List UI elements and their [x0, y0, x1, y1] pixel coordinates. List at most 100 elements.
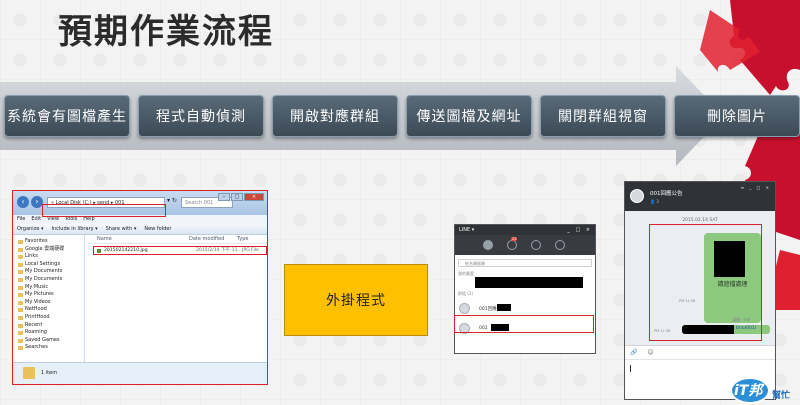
line-friend-list-window: LINE ▾ _ □ × 23 依名稱搜尋 我的最愛 群組 (2) 001回應 … — [454, 224, 596, 354]
file-list: Name Date modified Type 201502142210.jpg… — [89, 235, 267, 362]
organize-button[interactable]: Organize ▾ — [17, 224, 44, 234]
text-caret — [630, 365, 631, 372]
image-caption: 請遮擋處理 — [717, 281, 748, 288]
explorer-toolbar: Organize ▾ Include in library ▾ Share wi… — [13, 224, 267, 235]
folder-icon — [18, 331, 23, 336]
flow-step-3: 開啟對應群組 — [272, 95, 398, 137]
chat-messages: 2015.02.14 SAT 請遮擋處理 PM 11:36 翻譯 · 分享 ti… — [625, 211, 775, 345]
ithome-logo: iT邦 幫忙 — [728, 376, 800, 405]
redacted-image — [714, 241, 745, 277]
avatar — [459, 303, 470, 314]
group-name: 001回應 — [479, 307, 497, 312]
plugin-box: 外掛程式 — [284, 264, 428, 336]
nav-item[interactable]: Roaming — [13, 329, 84, 337]
item-count: 1 item — [41, 370, 58, 376]
flow-step-5: 關閉群組視窗 — [540, 95, 666, 137]
nav-item[interactable]: NetHood — [13, 306, 84, 314]
chats-tab-icon[interactable] — [507, 240, 517, 250]
menu-edit[interactable]: Edit — [31, 215, 41, 224]
section-groups: 群組 (2) — [458, 291, 473, 296]
line-app-title: LINE ▾ — [459, 227, 475, 233]
menu-view[interactable]: View — [47, 215, 59, 224]
redacted-profile — [475, 277, 583, 288]
image-message[interactable]: 請遮擋處理 — [704, 233, 761, 323]
redacted-url — [682, 325, 734, 334]
back-icon[interactable]: ‹ — [17, 196, 29, 208]
group-row-002[interactable]: 002 — [455, 319, 595, 337]
column-type[interactable]: Type — [237, 235, 248, 243]
share-with-button[interactable]: Share with ▾ — [106, 224, 137, 234]
include-library-button[interactable]: Include in library ▾ — [52, 224, 98, 234]
star-icon — [18, 240, 23, 244]
folder-icon — [18, 293, 23, 298]
column-date[interactable]: Date modified — [189, 235, 237, 243]
message-link[interactable]: tino/001/ — [736, 326, 756, 331]
unread-badge: 23 — [511, 237, 518, 241]
folder-icon — [23, 367, 35, 379]
explorer-titlebar: ‹ › « Local Disk (C:) ▸ send ▸ 001 ▾ ↻ S… — [13, 191, 267, 215]
refresh-icon[interactable]: ▾ ↻ — [167, 197, 177, 204]
flow-step-1: 系統會有圖檔產生 — [4, 95, 130, 137]
close-icon[interactable]: × — [244, 193, 264, 201]
file-date: 2015/2/14 下午 11... — [196, 248, 242, 253]
folder-icon — [18, 315, 23, 320]
minimize-icon[interactable]: – — [218, 193, 230, 201]
logo-main-text: iT邦 — [734, 383, 763, 399]
address-bar[interactable]: « Local Disk (C:) ▸ send ▸ 001 — [47, 197, 165, 208]
line-tabs: 23 — [455, 235, 595, 255]
forward-icon[interactable]: › — [31, 196, 43, 208]
link-message[interactable]: tino/001/ — [682, 325, 770, 334]
new-folder-button[interactable]: New folder — [144, 224, 171, 234]
nav-item[interactable]: My Pictures — [13, 291, 84, 299]
message-time: PM 11:36 — [679, 299, 696, 303]
folder-icon — [18, 338, 23, 343]
menu-help[interactable]: Help — [83, 215, 94, 224]
group-name: 002 — [479, 326, 488, 331]
line-window-controls[interactable]: _ □ × — [567, 225, 592, 235]
maximize-icon[interactable]: □ — [231, 193, 243, 201]
logo-sub-text: 幫忙 — [772, 391, 791, 401]
line-search-input[interactable]: 依名稱搜尋 — [458, 259, 592, 267]
column-name[interactable]: Name — [89, 235, 189, 243]
menu-file[interactable]: File — [17, 215, 25, 224]
redacted-text — [497, 304, 511, 311]
group-avatar — [630, 189, 644, 203]
flow-steps: 系統會有圖檔產生 程式自動偵測 開啟對應群組 傳送圖檔及網址 關閉群組視窗 刪除… — [4, 95, 800, 137]
nav-item[interactable]: Saved Games — [13, 337, 84, 345]
file-name: 201502142210.jpg — [94, 247, 196, 254]
more-tab-icon[interactable] — [555, 240, 565, 250]
group-row-001[interactable]: 001回應 — [455, 299, 595, 317]
nav-item[interactable]: Links — [13, 253, 84, 261]
chat-date: 2015.02.14 SAT — [682, 218, 718, 223]
redacted-text — [491, 324, 509, 331]
folder-icon — [18, 270, 23, 275]
nav-item[interactable]: My Documents — [13, 276, 84, 284]
nav-item[interactable]: Favorites — [13, 238, 84, 246]
folder-icon — [18, 262, 23, 267]
flow-step-2: 程式自動偵測 — [138, 95, 264, 137]
folder-icon — [18, 255, 23, 260]
menu-tools[interactable]: Tools — [65, 215, 77, 224]
nav-item[interactable]: Local Settings — [13, 261, 84, 269]
nav-item[interactable]: My Music — [13, 284, 84, 292]
explorer-body: Favorites Google 雲端硬碟 Links Local Settin… — [13, 235, 267, 362]
chat-tools[interactable]: 🔗 ☺ — [625, 345, 775, 359]
nav-item[interactable]: Google 雲端硬碟 — [13, 246, 84, 254]
timeline-tab-icon[interactable] — [531, 240, 541, 250]
nav-item[interactable]: Searches — [13, 344, 84, 352]
folder-icon — [18, 285, 23, 290]
message-actions[interactable]: 翻譯 · 分享 — [733, 318, 750, 323]
nav-item[interactable]: Recent — [13, 322, 84, 330]
file-row[interactable]: 201502142210.jpg 2015/2/14 下午 11... JPG … — [93, 246, 267, 255]
file-type: JPG File — [242, 248, 259, 253]
nav-item[interactable]: My Videos — [13, 299, 84, 307]
status-bar: 1 item — [13, 362, 267, 384]
friends-tab-icon[interactable] — [483, 240, 493, 250]
chat-header: 001回應公告 👤 3 ≡ _ □ × — [625, 182, 775, 211]
nav-item[interactable]: PrintHood — [13, 314, 84, 322]
chat-window-controls[interactable]: ≡ _ □ × — [741, 185, 771, 190]
column-headers: Name Date modified Type — [89, 235, 267, 244]
folder-icon — [18, 247, 23, 252]
nav-item[interactable]: My Documents — [13, 268, 84, 276]
navigation-pane: Favorites Google 雲端硬碟 Links Local Settin… — [13, 235, 85, 362]
